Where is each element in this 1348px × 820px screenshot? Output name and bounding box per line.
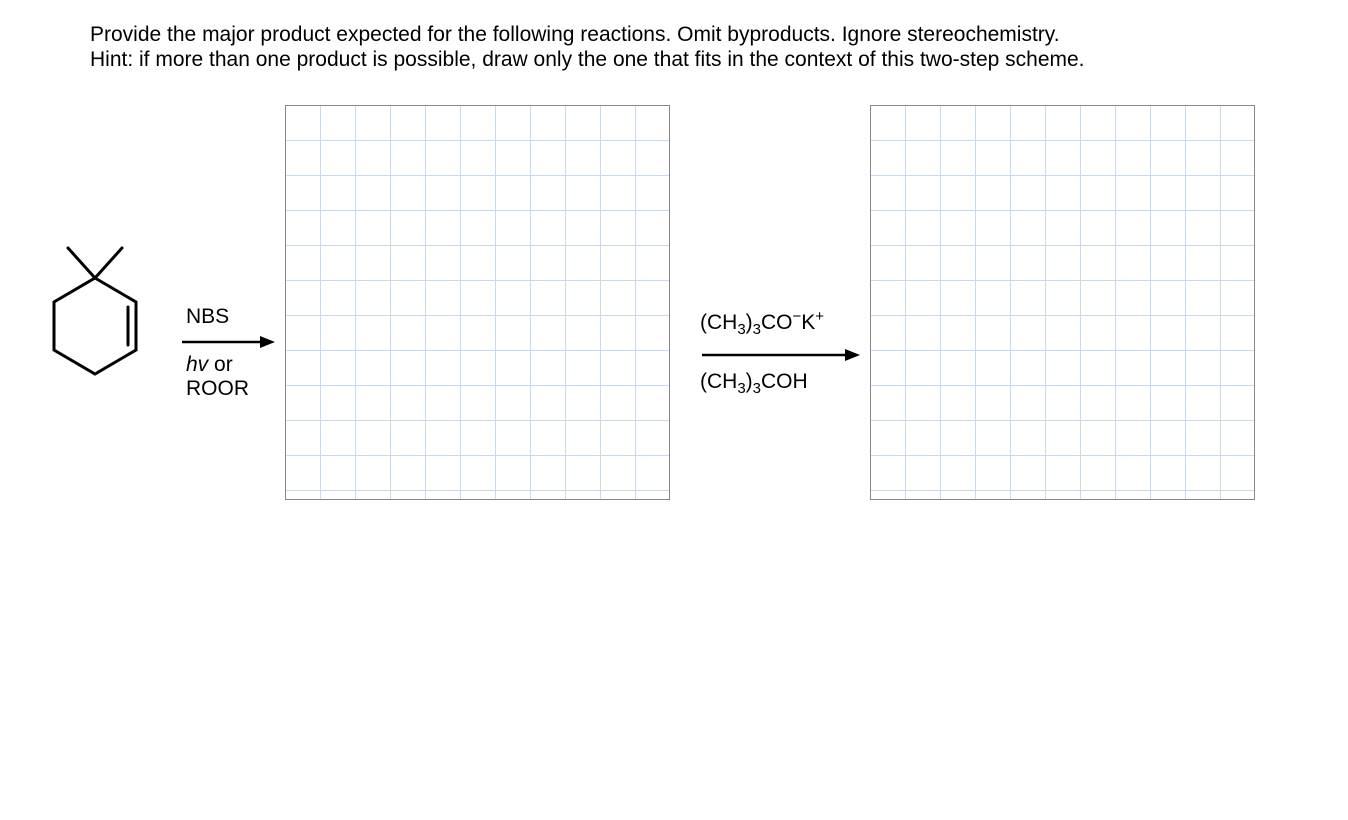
starting-material-structure [30, 203, 160, 433]
reaction1-conditions: NBS hv or ROOR [180, 305, 275, 401]
reagent1-top: NBS [186, 305, 229, 329]
r2t-pre: (CH [700, 311, 737, 334]
reagent1-roor: ROOR [186, 377, 249, 400]
r2b-end: COH [761, 370, 808, 393]
r2t-sup2: + [815, 308, 824, 325]
r2t-k: K [801, 311, 815, 334]
question-line2: Hint: if more than one product is possib… [90, 48, 1085, 71]
r2t-mid: ) [746, 311, 753, 334]
reagent1-or: or [208, 353, 233, 376]
r2b-sub1: 3 [737, 380, 745, 397]
reagent1-hv: hv [186, 353, 208, 376]
question-line1: Provide the major product expected for t… [90, 23, 1060, 46]
r2t-sub1: 3 [737, 321, 745, 338]
reagent2-top: (CH3)3CO−K+ [700, 308, 824, 338]
answer-box-1[interactable] [285, 105, 670, 500]
reagent2-bottom: (CH3)3COH [700, 370, 808, 397]
reagent1-bottom: hv or ROOR [186, 353, 249, 401]
reaction-arrow-2 [700, 348, 860, 362]
r2b-pre: (CH [700, 370, 737, 393]
r2t-sup1: − [793, 308, 802, 325]
reaction-scheme: NBS hv or ROOR (CH3)3CO−K+ (CH3)3COH [30, 105, 1255, 500]
answer-box-2[interactable] [870, 105, 1255, 500]
r2t-sub2: 3 [753, 321, 761, 338]
question-text: Provide the major product expected for t… [90, 22, 1270, 72]
r2b-mid: ) [746, 370, 753, 393]
reaction-arrow-1 [180, 335, 275, 349]
r2b-sub2: 3 [753, 380, 761, 397]
r2t-co: CO [761, 311, 793, 334]
reaction2-conditions: (CH3)3CO−K+ (CH3)3COH [700, 308, 860, 397]
